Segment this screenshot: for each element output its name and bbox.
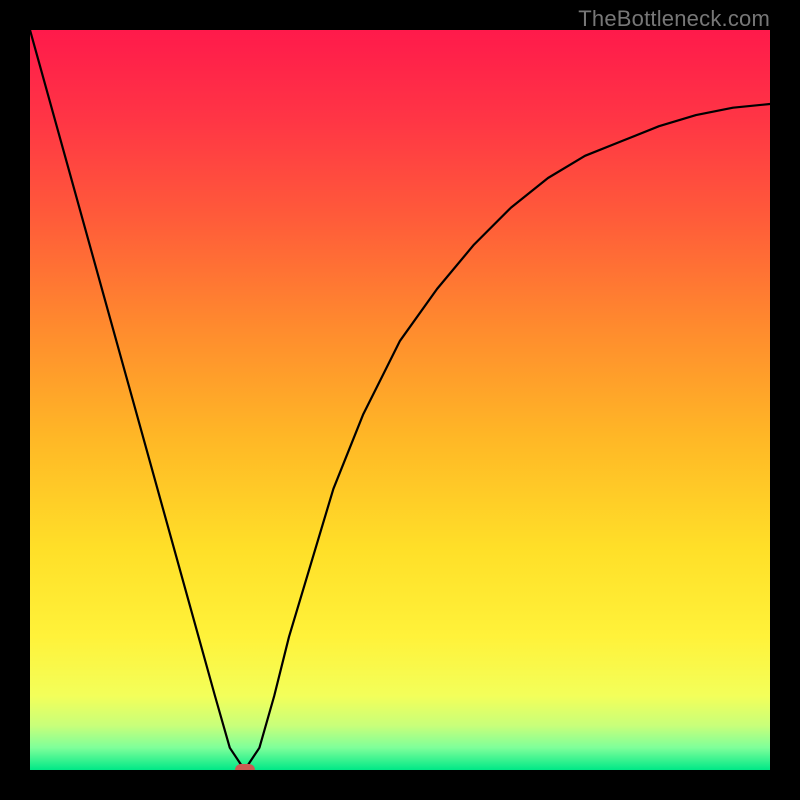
watermark-text: TheBottleneck.com [578, 6, 770, 32]
minimum-marker [235, 764, 255, 770]
plot-area [30, 30, 770, 770]
bottleneck-curve [30, 30, 770, 770]
curve-layer [30, 30, 770, 770]
chart-frame: TheBottleneck.com [0, 0, 800, 800]
